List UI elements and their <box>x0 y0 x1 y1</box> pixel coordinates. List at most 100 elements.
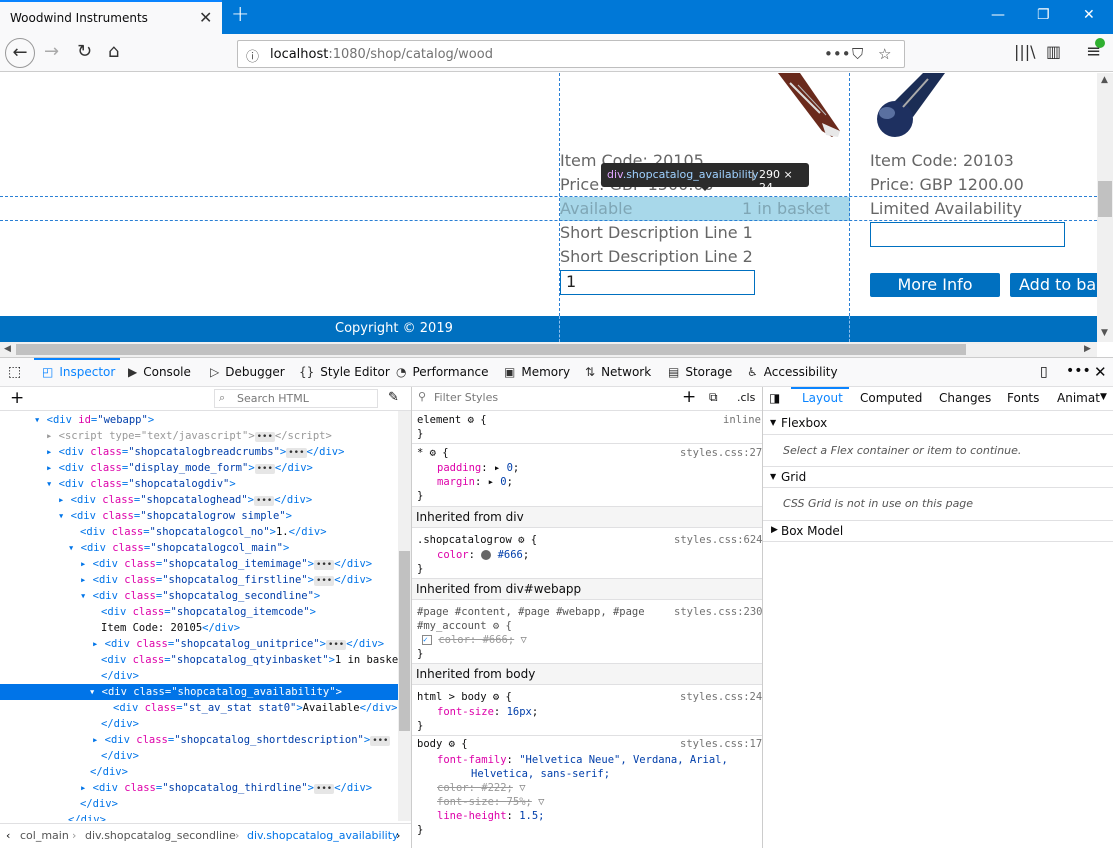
item2-qty-input[interactable] <box>870 222 1065 247</box>
rule-star-selector[interactable]: * ⚙ { <box>417 446 449 460</box>
element-picker-icon[interactable]: ⬚ <box>8 364 21 380</box>
rule-grow-selector[interactable]: .shopcatalogrow ⚙ { <box>417 533 537 547</box>
tree-node[interactable]: </div> <box>80 796 118 812</box>
tree-node[interactable]: ▸ <div class="shopcatalog_shortdescripti… <box>92 732 391 748</box>
vertical-scrollbar[interactable]: ▲ ▼ <box>1097 73 1113 342</box>
tab-console[interactable]: ▶ Console <box>128 365 191 379</box>
tree-node[interactable]: ▸ <div class="shopcataloghead"> ••• </div> <box>58 492 312 508</box>
rule-element-source[interactable]: inline <box>723 413 761 427</box>
hscroll-thumb[interactable] <box>16 344 966 355</box>
scroll-up-icon[interactable]: ▲ <box>1101 75 1108 85</box>
tree-node[interactable]: ▸ <div class="shopcatalog_thirdline"> •••… <box>80 780 372 796</box>
pocket-icon[interactable]: ⛉ <box>852 45 863 63</box>
rule-prop[interactable]: margin: ▸ 0; <box>437 475 513 489</box>
rule-htmlbody-selector[interactable]: html > body ⚙ { <box>417 690 512 704</box>
rule-prop[interactable]: color: #666; <box>437 548 529 562</box>
scroll-down-icon[interactable]: ▼ <box>1101 328 1108 338</box>
tree-node[interactable]: Item Code: 20105</div> <box>101 620 240 636</box>
bookmark-star-icon[interactable]: ☆ <box>878 45 891 63</box>
tree-node[interactable]: ▾ <div class="shopcatalogdiv"> <box>46 476 236 492</box>
restore-icon[interactable]: ❐ <box>1037 7 1050 23</box>
tabs-overflow-icon[interactable]: ▼ <box>1100 392 1107 402</box>
tab-layout[interactable]: Layout <box>802 391 843 405</box>
tree-node[interactable]: ▾ <div class="shopcatalogcol_main"> <box>68 540 289 556</box>
library-icon[interactable]: |||\ <box>1014 42 1036 62</box>
rule-prop-overridden[interactable]: ✓ color: #666; ▽ <box>422 633 527 647</box>
info-icon[interactable]: ⓘ <box>246 46 259 65</box>
rule-element-selector[interactable]: element ⚙ { <box>417 413 487 427</box>
add-rule-icon[interactable]: + <box>682 387 696 407</box>
tree-node[interactable]: ▸ <div class="shopcatalog_unitprice"> •••… <box>92 636 384 652</box>
markup-scroll-thumb[interactable] <box>399 551 410 731</box>
filter-funnel-icon[interactable]: ▽ <box>538 796 544 808</box>
dock-icon[interactable]: ▯ <box>1040 364 1048 380</box>
breadcrumb-item-secondline[interactable]: div.shopcatalog_secondline <box>85 829 236 842</box>
rule-prop-overridden[interactable]: color: #222; ▽ <box>437 781 526 795</box>
breadcrumb-left-icon[interactable]: ‹ <box>6 829 10 842</box>
scroll-right-icon[interactable]: ▶ <box>1084 344 1091 354</box>
toggle-sidebar-icon[interactable]: ◨ <box>769 391 780 405</box>
tab-storage[interactable]: ▤ Storage <box>668 365 732 379</box>
tree-node[interactable]: <div class="shopcatalogcol_no">1.</div> <box>80 524 327 540</box>
tree-node[interactable]: ▾ <div id="webapp"> <box>34 412 154 428</box>
rule-grow-source[interactable]: styles.css:624 <box>674 533 762 547</box>
tree-node[interactable]: </div> <box>68 812 106 821</box>
rule-checkbox[interactable]: ✓ <box>422 635 432 645</box>
tab-animations[interactable]: Animat <box>1057 391 1100 405</box>
forward-icon[interactable]: → <box>44 42 59 62</box>
filter-funnel-icon[interactable]: ▽ <box>519 782 525 794</box>
cls-button[interactable]: .cls <box>737 391 755 404</box>
url-bar[interactable]: ⓘ localhost:1080/shop/catalog/wood ••• ⛉… <box>237 40 905 68</box>
reload-icon[interactable]: ↻ <box>77 42 92 62</box>
tab-debugger[interactable]: ▷ Debugger <box>210 365 285 379</box>
rule-body-source[interactable]: styles.css:17 <box>680 737 762 751</box>
tree-node[interactable]: <div class="shopcatalog_itemcode"> <box>101 604 316 620</box>
more-info-button[interactable]: More Info <box>870 273 1000 297</box>
tab-fonts[interactable]: Fonts <box>1007 391 1039 405</box>
rule-prop-overridden[interactable]: font-size: 75%; ▽ <box>437 795 545 809</box>
markup-scrollbar[interactable] <box>398 411 411 821</box>
horizontal-scrollbar[interactable]: ◀ ▶ <box>0 342 1097 357</box>
tree-node[interactable]: </div> <box>90 764 128 780</box>
tree-node[interactable]: </div> <box>101 668 139 684</box>
rule-star-source[interactable]: styles.css:27 <box>680 446 762 460</box>
tab-computed[interactable]: Computed <box>860 391 922 405</box>
page-actions-icon[interactable]: ••• <box>824 45 851 63</box>
tree-node[interactable]: <div class="st_av_stat stat0">Available<… <box>113 700 398 716</box>
tab-memory[interactable]: ▣ Memory <box>504 365 570 379</box>
rule-prop[interactable]: font-size: 16px; <box>437 705 538 719</box>
rule-prop[interactable]: line-height: 1.5; <box>437 809 545 823</box>
rule-body-selector[interactable]: body ⚙ { <box>417 737 468 751</box>
tab-performance[interactable]: ◔ Performance <box>396 365 489 379</box>
rule-webapp-source[interactable]: styles.css:230 <box>674 605 762 619</box>
tree-node[interactable]: </div> <box>101 748 139 764</box>
tab-inspector[interactable]: ◰ Inspector <box>42 365 115 379</box>
devtools-menu-icon[interactable]: ••• <box>1066 363 1091 379</box>
flexbox-header[interactable]: ▼ Flexbox <box>763 413 1113 435</box>
add-to-basket-button[interactable]: Add to ba <box>1010 273 1097 297</box>
url-text[interactable]: localhost:1080/shop/catalog/wood <box>270 47 493 62</box>
window-close-icon[interactable]: ✕ <box>1083 7 1095 23</box>
tab-style-editor[interactable]: {} Style Editor <box>299 365 390 379</box>
tree-node[interactable]: ▸ <script type="text/javascript"> ••• </sc… <box>46 428 332 444</box>
tab-accessibility[interactable]: ♿ Accessibility <box>747 365 838 379</box>
browser-tab[interactable]: Woodwind Instruments ✕ <box>0 0 222 34</box>
add-node-icon[interactable]: + <box>10 388 24 408</box>
rule-prop[interactable]: font-family: "Helvetica Neue", Verdana, … <box>437 753 728 767</box>
rule-webapp-selector-2[interactable]: #my_account ⚙ { <box>417 619 512 633</box>
rule-webapp-selector[interactable]: #page #content, #page #webapp, #page <box>417 605 645 619</box>
minimize-icon[interactable]: — <box>991 7 1005 23</box>
breadcrumb-item-col-main[interactable]: col_main <box>20 829 69 842</box>
eyedropper-icon[interactable]: ✎ <box>388 390 399 405</box>
home-icon[interactable]: ⌂ <box>108 42 119 62</box>
devtools-close-icon[interactable]: ✕ <box>1094 363 1107 381</box>
rule-htmlbody-source[interactable]: styles.css:24 <box>680 690 762 704</box>
toggle-pseudo-icon[interactable]: ⧉ <box>709 390 718 405</box>
close-tab-icon[interactable]: ✕ <box>199 8 212 27</box>
back-button[interactable]: ← <box>5 38 35 68</box>
sidebar-icon[interactable]: ▥ <box>1046 42 1061 62</box>
breadcrumb-right-icon[interactable]: › <box>396 829 400 842</box>
tab-network[interactable]: ⇅ Network <box>585 365 651 379</box>
breadcrumb-item-availability[interactable]: div.shopcatalog_availability <box>247 829 399 842</box>
tree-node[interactable]: ▾ <div class="shopcatalogrow simple"> <box>58 508 292 524</box>
